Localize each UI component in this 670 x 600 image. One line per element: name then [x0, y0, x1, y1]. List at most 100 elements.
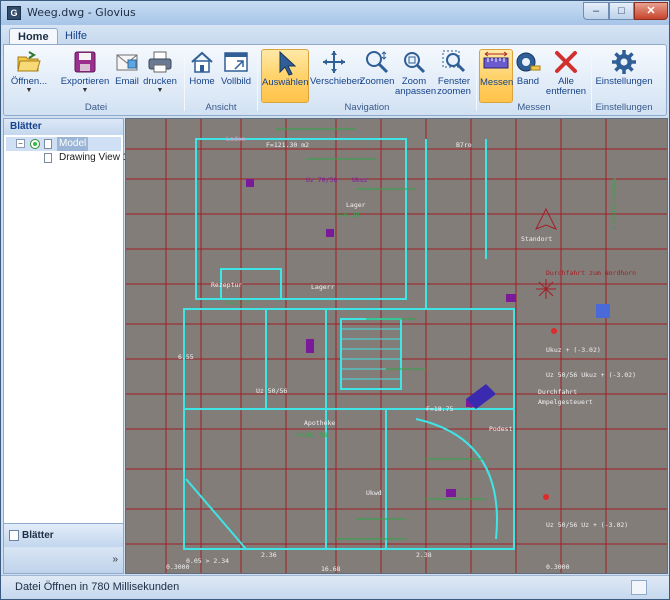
ribbon-separator	[476, 49, 477, 111]
open-dropdown-icon[interactable]: ▼	[10, 87, 48, 95]
cad-label: 6.55	[178, 353, 194, 361]
ribbon-tabs: Home Hilfe	[1, 25, 669, 46]
cad-label: Durchfahrt	[538, 388, 577, 396]
panel-footer: »	[4, 547, 123, 573]
print-dropdown-icon[interactable]: ▼	[142, 87, 178, 95]
cad-label: Uz 50/56 Uz + (-3.02)	[546, 521, 628, 529]
cad-label: Standort	[521, 235, 552, 243]
select-button[interactable]: Auswählen	[261, 49, 309, 103]
cad-label: 0.05 > 2.34	[186, 557, 229, 565]
sheets-icon	[9, 530, 19, 541]
zoom-fit-button[interactable]: Zoom anpassen	[395, 49, 437, 103]
print-button[interactable]: drucken ▼	[142, 49, 178, 103]
cad-label: 2.38	[416, 551, 432, 559]
ribbon-separator	[257, 49, 258, 111]
cad-label: 16.68	[321, 565, 341, 573]
sheets-panel: Blätter − Model Drawing View 1 Blätter »	[3, 118, 128, 574]
open-button[interactable]: Öffnen... ▼	[10, 49, 48, 103]
cad-label: Einstellungen	[610, 178, 618, 229]
tape-label: Band	[516, 76, 540, 87]
cad-arrows	[534, 207, 558, 299]
remove-all-label-2: entfernen	[545, 86, 587, 97]
cad-label: Lager	[346, 201, 366, 209]
sheets-panel-header: Blätter	[4, 119, 123, 135]
zoom-window-icon	[442, 50, 466, 73]
delete-x-icon	[555, 51, 577, 73]
group-ansicht-label: Ansicht	[205, 102, 237, 113]
tree-item-model-label: Model	[57, 137, 89, 151]
zoom-button[interactable]: Zoomen	[359, 49, 395, 103]
cad-label: Ampelgesteuert	[538, 398, 593, 406]
fullscreen-button[interactable]: Vollbild	[218, 49, 254, 103]
close-button[interactable]: ✕	[634, 2, 668, 20]
cad-label: Uz 70/56	[306, 176, 337, 184]
settings-button[interactable]: Einstellungen	[594, 49, 654, 103]
select-label: Auswählen	[262, 77, 309, 88]
zoom-label: Zoomen	[359, 76, 395, 87]
cad-label: Laden	[226, 135, 246, 143]
maximize-button[interactable]: □	[609, 2, 634, 20]
tree-item-drawing-view-label: Drawing View 1	[59, 152, 129, 163]
status-text: Datei Öffnen in 780 Millisekunden	[15, 581, 180, 593]
minimize-button[interactable]: –	[583, 2, 609, 20]
home-view-button[interactable]: Home	[188, 49, 216, 103]
pan-label: Verschieben	[310, 76, 363, 87]
chevron-right-icon[interactable]: »	[112, 554, 118, 565]
open-folder-icon	[17, 51, 41, 72]
cad-label: 2.36	[261, 551, 277, 559]
title-bar: G Weeg.dwg - Glovius – □ ✕	[1, 1, 669, 25]
ribbon-separator	[184, 49, 185, 111]
email-label: Email	[115, 76, 139, 87]
collapse-toggle-icon[interactable]: −	[16, 139, 25, 148]
zoom-fit-icon	[404, 52, 426, 74]
document-icon	[44, 153, 52, 163]
tree-item-model[interactable]: − Model	[6, 137, 121, 151]
drawing-canvas[interactable]: Laden F=121.30 m2 B7ro Lager F=6.29 Stan…	[125, 118, 668, 574]
save-disk-icon	[74, 51, 96, 73]
active-radio-icon[interactable]	[30, 139, 40, 149]
main-window: G Weeg.dwg - Glovius – □ ✕ Home Hilfe Öf…	[0, 0, 670, 600]
email-icon	[116, 54, 138, 71]
cad-label: Apotheke	[304, 419, 335, 427]
group-einstellungen-label: Einstellungen	[595, 102, 653, 113]
cad-drawing: Laden F=121.30 m2 B7ro Lager F=6.29 Stan…	[126, 119, 667, 573]
gear-icon	[612, 50, 636, 74]
export-label: Exportieren	[60, 76, 110, 87]
cursor-arrow-icon	[279, 50, 297, 76]
cad-label: Ukuz	[352, 176, 368, 184]
zoom-fit-label-2: anpassen	[395, 86, 437, 97]
status-icon[interactable]	[631, 580, 647, 595]
zoom-window-button[interactable]: Fenster zoomen	[434, 49, 474, 103]
cad-label: Lagerr	[311, 283, 335, 291]
tree-item-drawing-view[interactable]: Drawing View 1	[6, 151, 128, 165]
sheets-tab-label: Blätter	[22, 530, 54, 541]
group-navigation-label: Navigation	[344, 102, 390, 113]
pan-button[interactable]: Verschieben	[310, 49, 362, 103]
app-icon[interactable]: G	[7, 6, 21, 20]
cad-label: 0.3000	[546, 563, 570, 571]
export-button[interactable]: Exportieren ▼	[58, 49, 112, 103]
pan-arrows-icon	[323, 51, 345, 73]
export-dropdown-icon[interactable]: ▼	[58, 87, 112, 95]
cad-label: F=161.58	[296, 431, 327, 439]
cad-label: Ukwd	[366, 489, 382, 497]
cad-label: Uz 50/56 Ukuz + (-3.02)	[546, 371, 636, 379]
open-label: Öffnen...	[10, 76, 48, 87]
fullscreen-label: Vollbild	[220, 76, 252, 87]
tape-button[interactable]: Band	[514, 49, 542, 103]
cad-label: Ukuz + (-3.02)	[546, 346, 601, 354]
print-label: drucken	[143, 76, 177, 87]
fullscreen-icon	[224, 52, 248, 72]
cad-label: Podest	[489, 425, 513, 433]
measure-button[interactable]: Messen	[479, 49, 513, 103]
printer-icon	[148, 51, 172, 73]
cad-label: Uz 50/56	[256, 387, 287, 395]
cad-label: B7ro	[456, 141, 472, 149]
measure-label: Messen	[480, 77, 514, 88]
sheets-tab-button[interactable]: Blätter	[4, 523, 123, 547]
zoom-window-label-2: zoomen	[437, 86, 471, 97]
window-title: Weeg.dwg - Glovius	[27, 6, 136, 19]
remove-all-button[interactable]: Alle entfernen	[544, 49, 588, 103]
email-button[interactable]: Email	[114, 49, 140, 103]
cad-label: Durchfahrt zum Nordhorn	[546, 269, 636, 277]
